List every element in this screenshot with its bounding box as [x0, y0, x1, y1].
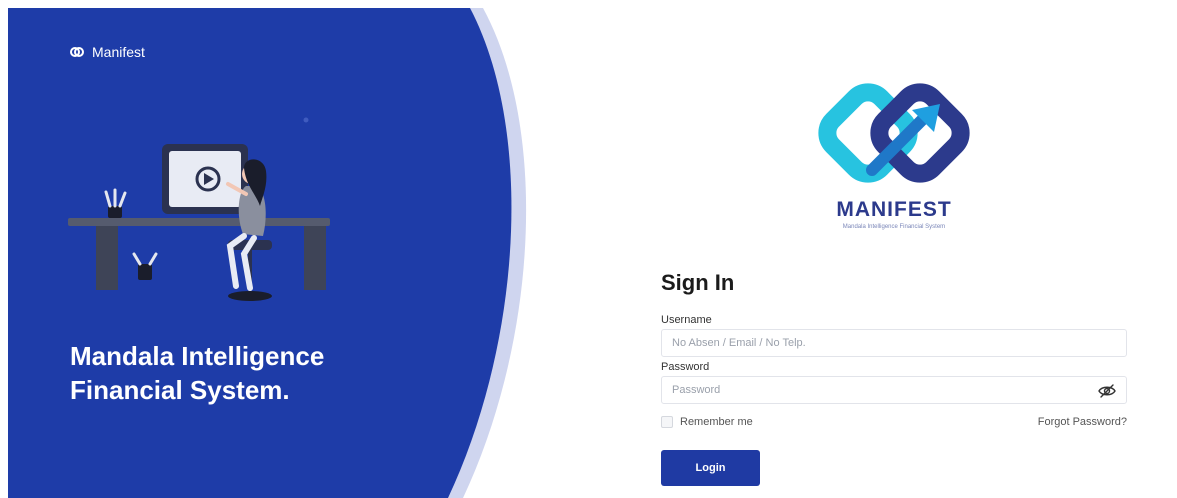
- hero-title-line2: Financial System.: [70, 375, 290, 405]
- brand-label: Manifest: [92, 44, 145, 60]
- remember-me-label: Remember me: [680, 416, 753, 428]
- form-options-row: Remember me Forgot Password?: [661, 416, 1127, 428]
- manifest-logo-icon: [70, 47, 84, 57]
- desk-illustration: [68, 144, 330, 301]
- remember-me[interactable]: Remember me: [661, 416, 753, 428]
- forgot-password-link[interactable]: Forgot Password?: [1038, 416, 1127, 428]
- password-field-wrapper: [661, 376, 1127, 404]
- username-input[interactable]: [662, 330, 1126, 356]
- remember-me-checkbox[interactable]: [661, 416, 673, 428]
- sign-in-form: Sign In Username Password Remember me Fo…: [661, 270, 1127, 486]
- username-field-wrapper: [661, 329, 1127, 357]
- hero-panel: Manifest Mandala Intelligence Financial …: [8, 8, 528, 498]
- password-label: Password: [661, 361, 710, 373]
- hero-title: Mandala Intelligence Financial System.: [70, 339, 450, 407]
- manifest-logo: MANIFEST Mandala Intelligence Financial …: [808, 70, 980, 230]
- username-label: Username: [661, 314, 712, 326]
- eye-off-icon[interactable]: [1098, 383, 1116, 399]
- form-title: Sign In: [661, 270, 735, 295]
- password-input[interactable]: [662, 377, 1126, 403]
- logo-tagline: Mandala Intelligence Financial System: [842, 224, 946, 230]
- logo-wordmark: MANIFEST: [836, 198, 952, 221]
- manifest-emblem-icon: [818, 83, 970, 183]
- hero-title-line1: Mandala Intelligence: [70, 341, 325, 371]
- login-button[interactable]: Login: [661, 450, 760, 486]
- brand-header: Manifest: [70, 44, 145, 60]
